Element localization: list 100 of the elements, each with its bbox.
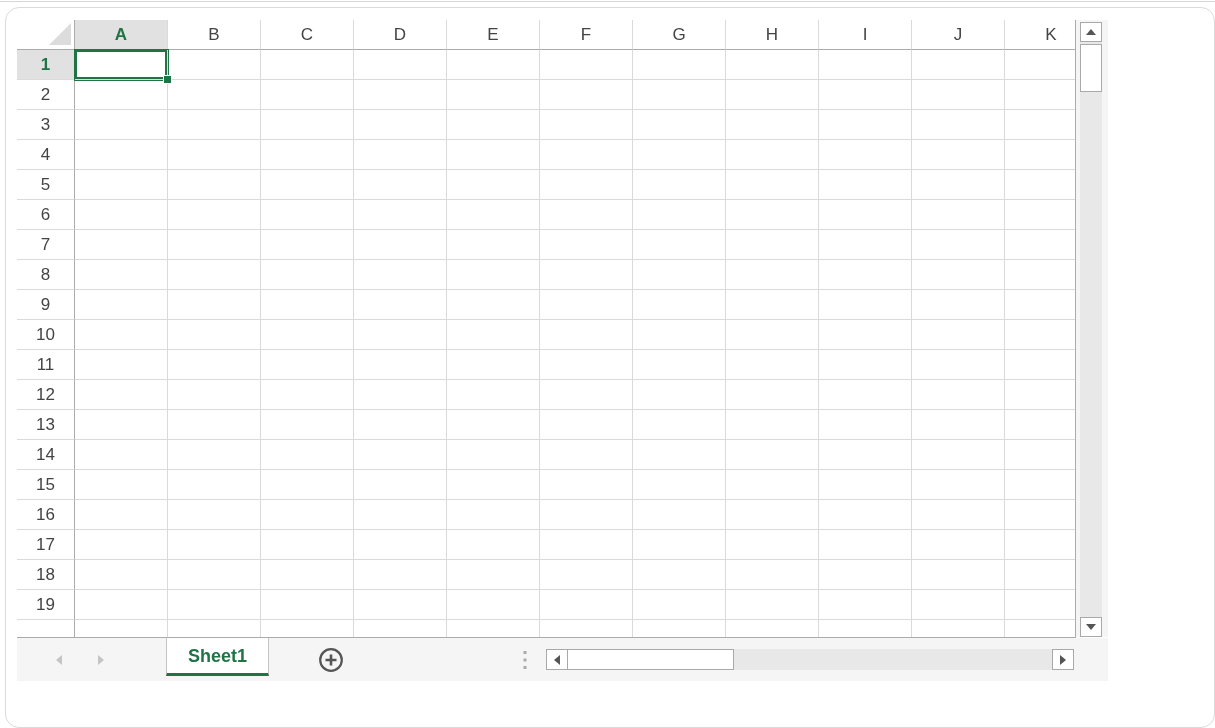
grid-cell[interactable]: [447, 200, 540, 230]
scroll-down-button[interactable]: [1080, 617, 1102, 637]
scroll-left-button[interactable]: [546, 649, 568, 670]
grid-cell[interactable]: [912, 290, 1005, 320]
grid-cell[interactable]: [819, 290, 912, 320]
grid-cell[interactable]: [633, 470, 726, 500]
grid-cell[interactable]: [540, 110, 633, 140]
grid-cell[interactable]: [912, 440, 1005, 470]
grid-cell[interactable]: [447, 50, 540, 80]
scroll-right-button[interactable]: [1052, 649, 1074, 670]
grid-cell[interactable]: [168, 110, 261, 140]
grid-cell[interactable]: [819, 140, 912, 170]
grid-cell[interactable]: [912, 110, 1005, 140]
fill-handle[interactable]: [163, 75, 172, 84]
grid-cell[interactable]: [75, 320, 168, 350]
grid-cell[interactable]: [447, 530, 540, 560]
grid-cell[interactable]: [354, 380, 447, 410]
grid-cell[interactable]: [726, 590, 819, 620]
grid-cell[interactable]: [726, 380, 819, 410]
grid-cell[interactable]: [75, 230, 168, 260]
row-header[interactable]: 2: [17, 80, 75, 110]
grid-cell[interactable]: [354, 350, 447, 380]
grid-cell[interactable]: [912, 50, 1005, 80]
grid-cell[interactable]: [447, 470, 540, 500]
grid-cell[interactable]: [261, 560, 354, 590]
grid-cell[interactable]: [633, 110, 726, 140]
grid-cell[interactable]: [726, 440, 819, 470]
grid-cell[interactable]: [75, 500, 168, 530]
grid-cell[interactable]: [75, 560, 168, 590]
grid-cell[interactable]: [540, 320, 633, 350]
grid-cell[interactable]: [633, 560, 726, 590]
grid-cell[interactable]: [261, 110, 354, 140]
grid-cell[interactable]: [75, 470, 168, 500]
row-header[interactable]: 8: [17, 260, 75, 290]
grid-cell[interactable]: [819, 500, 912, 530]
grid-cell[interactable]: [168, 560, 261, 590]
row-header[interactable]: 18: [17, 560, 75, 590]
grid-cell[interactable]: [540, 140, 633, 170]
column-header[interactable]: I: [819, 20, 912, 50]
grid-cell[interactable]: [447, 110, 540, 140]
grid-cell[interactable]: [75, 80, 168, 110]
grid-cell[interactable]: [261, 290, 354, 320]
grid-cell[interactable]: [912, 500, 1005, 530]
grid-cell[interactable]: [912, 80, 1005, 110]
grid-cell[interactable]: [261, 200, 354, 230]
scroll-up-button[interactable]: [1080, 22, 1102, 42]
grid-cell[interactable]: [168, 410, 261, 440]
row-header[interactable]: 9: [17, 290, 75, 320]
grid-cell[interactable]: [168, 290, 261, 320]
row-header[interactable]: 13: [17, 410, 75, 440]
grid-cell[interactable]: [726, 140, 819, 170]
grid-cell[interactable]: [261, 260, 354, 290]
grid-cell[interactable]: [354, 260, 447, 290]
triangle-icon[interactable]: [49, 23, 71, 45]
grid-cell[interactable]: [261, 470, 354, 500]
grid-cell[interactable]: [912, 260, 1005, 290]
grid-cell[interactable]: [540, 350, 633, 380]
grid-cell[interactable]: [75, 410, 168, 440]
grid-cell[interactable]: [168, 470, 261, 500]
grid-cell[interactable]: [726, 80, 819, 110]
column-header[interactable]: C: [261, 20, 354, 50]
grid-cell[interactable]: [912, 470, 1005, 500]
grid-cell[interactable]: [354, 230, 447, 260]
grid-cell[interactable]: [447, 410, 540, 440]
grid-cell[interactable]: [75, 530, 168, 560]
grid-cell[interactable]: [75, 260, 168, 290]
grid-cell[interactable]: [354, 200, 447, 230]
row-header[interactable]: 3: [17, 110, 75, 140]
grid-cell[interactable]: [726, 260, 819, 290]
grid-cell[interactable]: [819, 110, 912, 140]
grid-cell[interactable]: [447, 380, 540, 410]
grid-cell[interactable]: [354, 170, 447, 200]
grid-cell[interactable]: [354, 560, 447, 590]
column-header[interactable]: G: [633, 20, 726, 50]
row-header[interactable]: 5: [17, 170, 75, 200]
grid-cell[interactable]: [726, 290, 819, 320]
grid-cell[interactable]: [633, 80, 726, 110]
grid-cell[interactable]: [447, 290, 540, 320]
grid-cell[interactable]: [633, 290, 726, 320]
grid-cell[interactable]: [168, 140, 261, 170]
row-header[interactable]: 19: [17, 590, 75, 620]
grid-cell[interactable]: [633, 50, 726, 80]
grid-cell[interactable]: [168, 170, 261, 200]
grid-cell[interactable]: [261, 50, 354, 80]
grid-cell[interactable]: [540, 500, 633, 530]
grid-cell[interactable]: [447, 170, 540, 200]
grid-cell[interactable]: [447, 560, 540, 590]
grid-cell[interactable]: [168, 380, 261, 410]
grid-cell[interactable]: [75, 110, 168, 140]
grid-cell[interactable]: [633, 410, 726, 440]
grid-cell[interactable]: [540, 590, 633, 620]
grid-cell[interactable]: [75, 140, 168, 170]
grid-cell[interactable]: [75, 350, 168, 380]
grid-cell[interactable]: [261, 410, 354, 440]
grid-cell[interactable]: [354, 320, 447, 350]
grid-cell[interactable]: [633, 440, 726, 470]
row-header[interactable]: 17: [17, 530, 75, 560]
grid-cell[interactable]: [540, 380, 633, 410]
grid-cell[interactable]: [540, 170, 633, 200]
grid-cell[interactable]: [75, 380, 168, 410]
